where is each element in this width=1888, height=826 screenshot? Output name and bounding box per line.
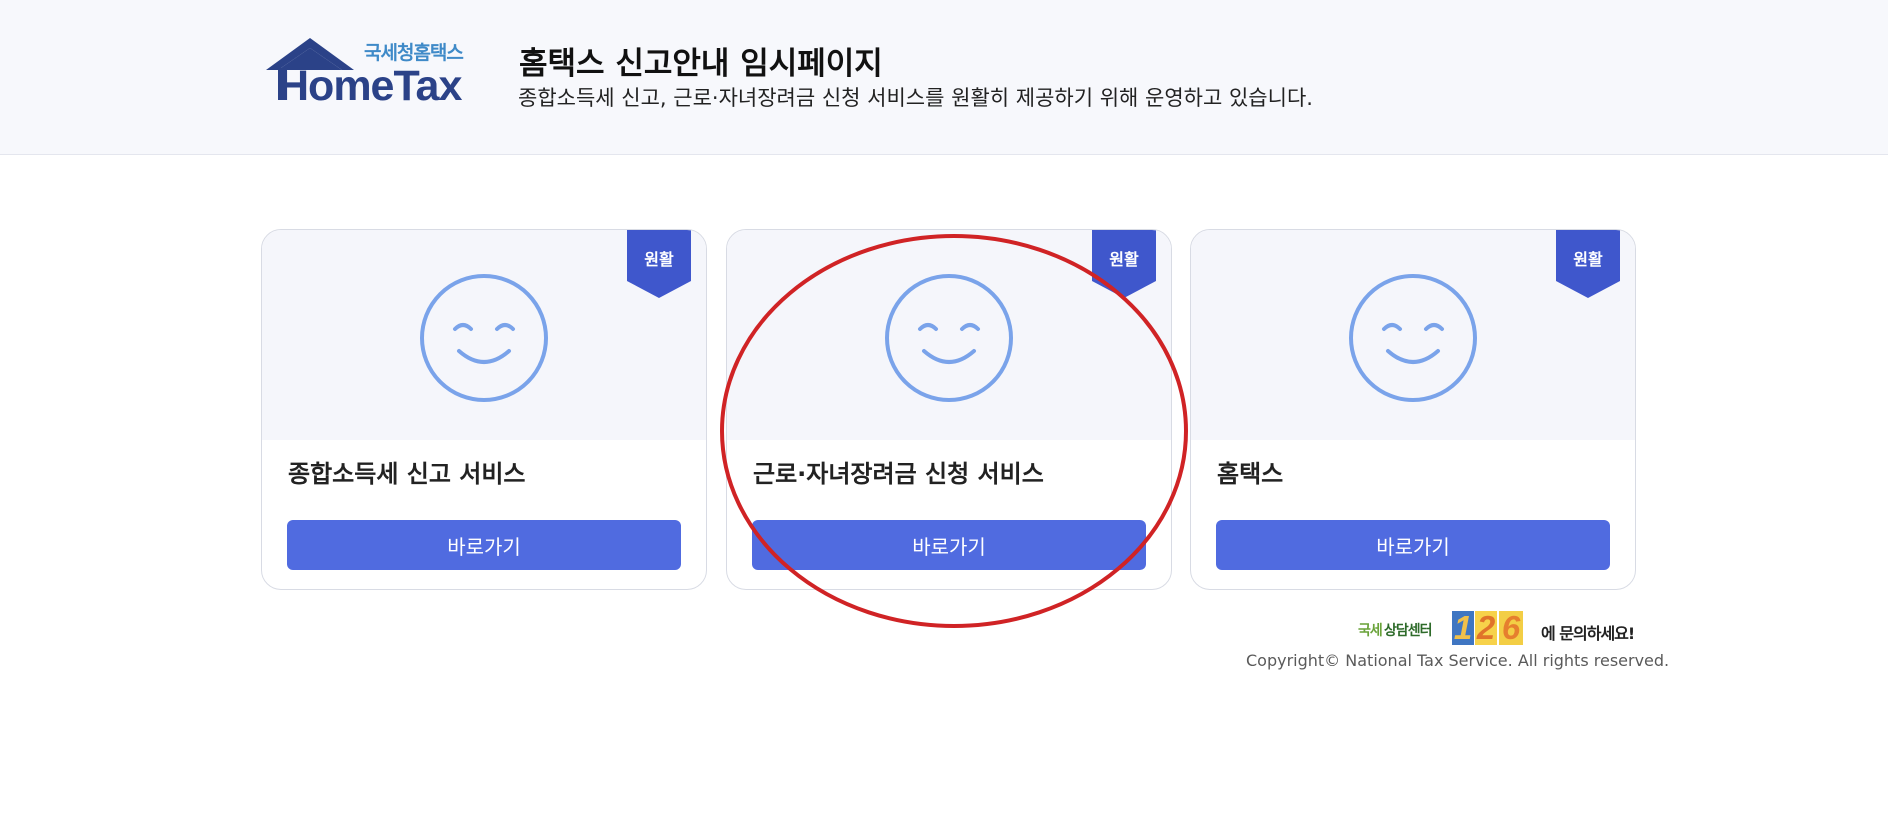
service-card-incentive: 원활 근로·자녀장려금 신청 서비스 바로가기 <box>726 229 1172 590</box>
contact-center-label: 상담센터 <box>1384 623 1433 639</box>
status-badge-label: 원활 <box>644 250 674 269</box>
logo-subtext: 국세청홈택스 <box>364 42 464 64</box>
go-button[interactable]: 바로가기 <box>1216 520 1610 570</box>
page-subtitle: 종합소득세 신고, 근로·자녀장려금 신청 서비스를 원활히 제공하기 위해 운… <box>518 86 1313 110</box>
contact-prefix: 국세 <box>1358 623 1383 639</box>
smiley-icon <box>1349 274 1477 402</box>
service-card-hometax: 원활 홈택스 바로가기 <box>1190 229 1636 590</box>
status-badge-label: 원활 <box>1573 250 1603 269</box>
contact-suffix: 에 문의하세요! <box>1541 624 1635 643</box>
smiley-icon <box>885 274 1013 402</box>
status-badge-label: 원활 <box>1109 250 1139 269</box>
smiley-icon <box>420 274 548 402</box>
go-button[interactable]: 바로가기 <box>752 520 1146 570</box>
status-badge: 원활 <box>1092 230 1156 298</box>
service-card-income-tax: 원활 종합소득세 신고 서비스 바로가기 <box>261 229 707 590</box>
contact-center-banner: 국세 상담센터 1 2 6 에 문의하세요! <box>1358 608 1638 650</box>
logo-wordmark: HomeTax <box>278 62 462 110</box>
go-button[interactable]: 바로가기 <box>287 520 681 570</box>
status-badge: 원활 <box>627 230 691 298</box>
status-badge: 원활 <box>1556 230 1620 298</box>
page-header: 국세청홈택스 HomeTax 홈택스 신고안내 임시페이지 종합소득세 신고, … <box>0 0 1888 155</box>
page-title: 홈택스 신고안내 임시페이지 <box>519 46 883 82</box>
copyright-text: Copyright© National Tax Service. All rig… <box>1246 651 1670 670</box>
contact-digit: 1 <box>1452 609 1474 646</box>
contact-digit: 6 <box>1499 611 1523 645</box>
card-title: 근로·자녀장려금 신청 서비스 <box>753 460 1044 488</box>
hometax-logo[interactable]: 국세청홈택스 HomeTax <box>260 34 472 110</box>
card-title: 홈택스 <box>1217 460 1284 488</box>
contact-digit: 2 <box>1475 609 1497 646</box>
card-title: 종합소득세 신고 서비스 <box>288 460 526 488</box>
